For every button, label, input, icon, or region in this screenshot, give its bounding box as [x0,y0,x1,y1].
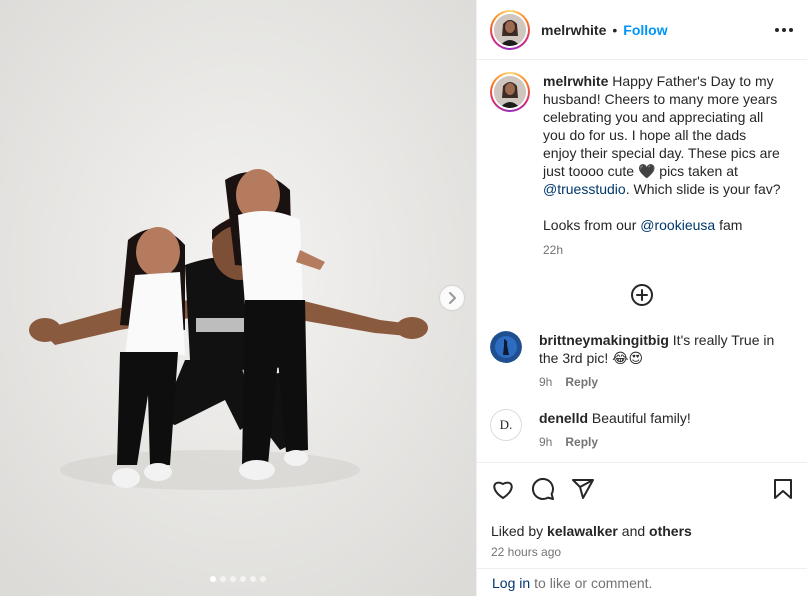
carousel-indicator [0,576,476,582]
comment-item: brittneymakingitbig It's really True in … [490,331,793,391]
liked-by-user[interactable]: kelawalker [547,523,618,539]
caption-text-part: fam [715,217,743,233]
carousel-dot [260,576,266,582]
carousel-dot [250,576,256,582]
carousel-dot [240,576,246,582]
commenter-username[interactable]: brittneymakingitbig [539,332,669,348]
commenter-username[interactable]: denelld [539,410,588,426]
caption-text: melrwhite Happy Father's Day to my husba… [543,72,783,259]
save-button[interactable] [771,477,795,501]
commenter-avatar[interactable] [490,331,522,363]
post-photo-carousel[interactable] [0,0,476,596]
mention-link[interactable]: @truesstudio [543,181,626,197]
heart-emoji: 🖤 [637,163,656,179]
carousel-dot [230,576,236,582]
avatar-letter: D. [499,417,513,432]
load-more-comments-button[interactable] [490,283,793,307]
author-username[interactable]: melrwhite [541,22,606,38]
heart-icon [493,481,513,499]
likes-prefix: Liked by [491,523,548,539]
post-photo [0,0,476,596]
comment-text: Beautiful family! [588,410,691,426]
author-avatar[interactable] [490,9,530,50]
post-header: melrwhite • Follow [477,0,807,60]
next-slide-button[interactable] [440,286,464,310]
comment-icon [531,477,554,500]
comment-button[interactable] [531,477,555,501]
likes-summary: Liked by kelawalker and others [491,523,795,539]
post-actions: Liked by kelawalker and others 22 hours … [477,462,807,596]
action-bar [491,475,795,503]
instagram-post: melrwhite • Follow melrwhite Happy Fathe… [0,0,807,596]
bookmark-icon [774,479,792,499]
avatar-photo [494,13,526,46]
comment-item: D. denelld Beautiful family! 9h Reply [490,409,793,451]
reply-button[interactable]: Reply [565,433,598,451]
caption-text-part: pics taken at [655,163,738,179]
plus-circle-icon [630,284,653,306]
comment-time[interactable]: 9h [539,433,552,451]
caption-text-part: Looks from our [543,217,641,233]
carousel-dot [220,576,226,582]
avatar-photo [494,76,526,108]
caption-time[interactable]: 22h [543,241,783,259]
mention-link[interactable]: @rookieusa [640,217,715,233]
carousel-dot [210,576,216,582]
caption-text-part: . Which slide is your fav? [625,181,781,197]
share-button[interactable] [571,477,595,501]
follow-button[interactable]: Follow [623,22,667,38]
more-horizontal-icon[interactable] [775,27,793,32]
login-prompt-text: to like or comment. [534,574,653,591]
avatar-photo [490,331,522,363]
caption-username[interactable]: melrwhite [543,73,608,89]
post-caption: melrwhite Happy Father's Day to my husba… [490,72,793,259]
login-link[interactable]: Log in [492,575,530,591]
login-prompt: Log in to like or comment. [477,568,807,596]
post-sidebar: melrwhite • Follow melrwhite Happy Fathe… [476,0,807,596]
likes-others-link[interactable]: others [649,523,692,539]
comment-time[interactable]: 9h [539,373,552,391]
commenter-avatar[interactable]: D. [490,409,522,441]
share-icon [572,479,594,499]
likes-middle: and [617,523,650,539]
posted-time[interactable]: 22 hours ago [491,545,795,559]
like-button[interactable] [491,477,515,501]
comments-section[interactable]: melrwhite Happy Father's Day to my husba… [477,60,807,462]
caption-avatar[interactable] [490,72,530,112]
reply-button[interactable]: Reply [565,373,598,391]
separator-dot: • [612,21,618,38]
chevron-right-icon [449,292,456,304]
